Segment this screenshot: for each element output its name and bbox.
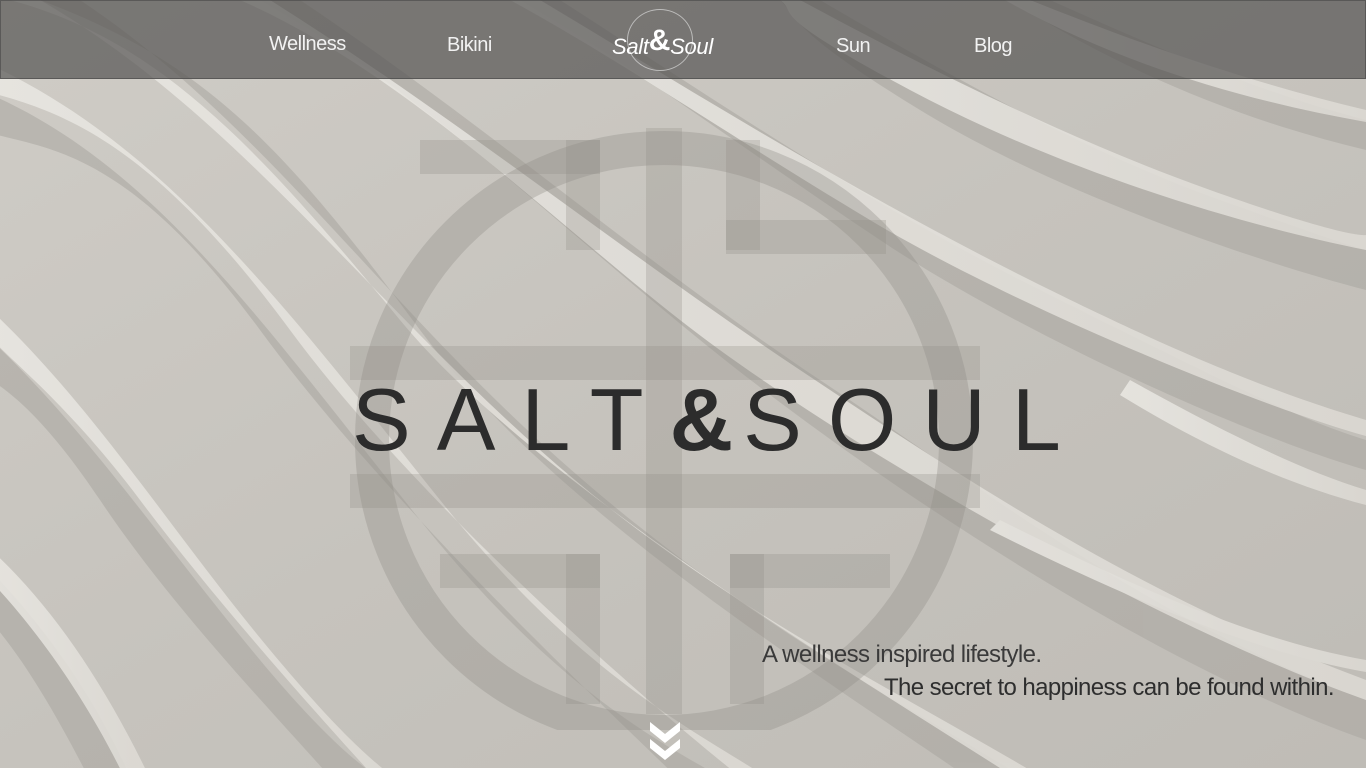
nav-link-sun[interactable]: Sun bbox=[836, 35, 871, 58]
double-chevron-down-icon[interactable] bbox=[648, 720, 682, 762]
nav-link-bikini[interactable]: Bikini bbox=[447, 34, 492, 57]
tagline-line-1: A wellness inspired lifestyle. bbox=[762, 641, 1042, 668]
nav-link-wellness[interactable]: Wellness bbox=[269, 33, 346, 56]
top-navigation-bar: Wellness Bikini Salt&Soul Sun Blog bbox=[0, 0, 1366, 79]
hero-page: Wellness Bikini Salt&Soul Sun Blog SALT&… bbox=[0, 0, 1366, 768]
logo-word-soul: Soul bbox=[670, 34, 713, 59]
hero-title-salt: SALT bbox=[352, 370, 670, 469]
nav-logo[interactable]: Salt&Soul bbox=[606, 9, 718, 73]
logo-wordmark: Salt&Soul bbox=[612, 24, 713, 62]
nav-link-blog[interactable]: Blog bbox=[974, 35, 1013, 58]
tagline-line-2: The secret to happiness can be found wit… bbox=[884, 674, 1335, 701]
hero-title-ampersand: & bbox=[669, 370, 744, 469]
hero-title-soul: SOUL bbox=[743, 370, 1087, 469]
hero-title: SALT&SOUL bbox=[352, 370, 1061, 469]
logo-word-salt: Salt bbox=[612, 34, 649, 59]
logo-ampersand: & bbox=[648, 24, 671, 57]
